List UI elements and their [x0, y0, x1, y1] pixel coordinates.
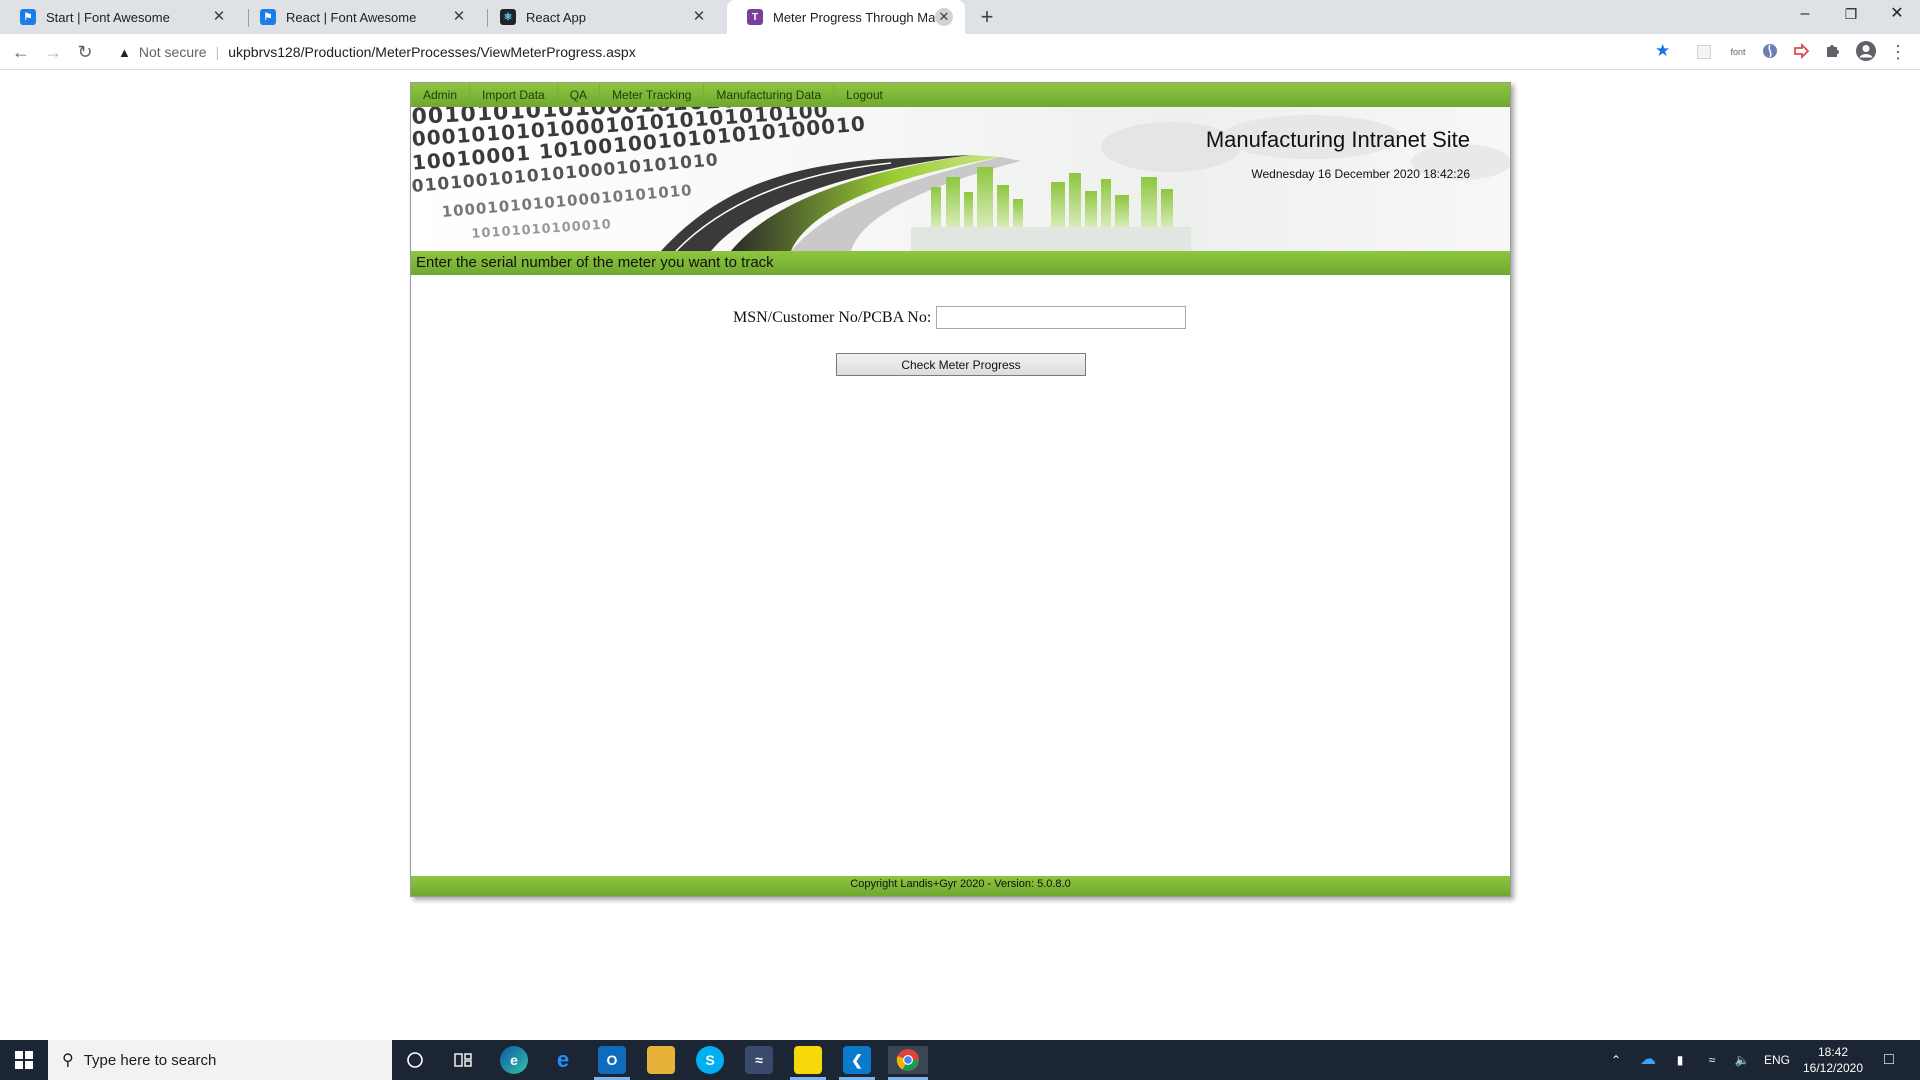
menu-kebab-icon[interactable]: ⋮ [1888, 43, 1908, 61]
forward-button[interactable]: → [40, 39, 66, 65]
onedrive-cloud-icon[interactable]: ☁ [1636, 1040, 1660, 1080]
search-form-row: MSN/Customer No/PCBA No: [733, 306, 1187, 329]
intranet-page: Admin Import Data QA Meter Tracking Manu… [410, 82, 1511, 897]
restore-button[interactable]: ❐ [1828, 0, 1874, 30]
close-icon[interactable]: ✕ [450, 8, 468, 26]
header-banner: 0010101010100010101010101010 00010101010… [411, 107, 1510, 251]
start-button[interactable] [0, 1040, 48, 1080]
extension-square-icon[interactable] [1697, 45, 1711, 59]
clock-time: 18:42 [1817, 1045, 1849, 1059]
search-placeholder: Type here to search [83, 1051, 217, 1069]
not-secure-label[interactable]: Not secure [139, 44, 207, 60]
outlook-icon[interactable]: O [598, 1046, 626, 1074]
react-atom-icon: ⚛ [500, 9, 516, 25]
chrome-active-slot[interactable] [888, 1046, 928, 1074]
ssms-icon[interactable]: ≈ [745, 1046, 773, 1074]
extension-arrow-icon[interactable] [1792, 42, 1810, 61]
tab-title: React | Font Awesome [286, 9, 417, 25]
address-bar[interactable]: ▲ Not secure | ukpbrvs128/Production/Met… [106, 37, 1694, 67]
profile-avatar-icon[interactable] [1854, 40, 1878, 64]
wifi-icon[interactable]: ≈ [1700, 1040, 1724, 1080]
chrome-icon [896, 1049, 919, 1071]
menu-item-meter-tracking[interactable]: Meter Tracking [600, 83, 705, 107]
task-view-icon[interactable] [449, 1046, 477, 1074]
minimize-button[interactable]: – [1782, 0, 1828, 30]
browser-tab-strip: ⚑ Start | Font Awesome ✕ ⚑ React | Font … [0, 0, 1920, 34]
url-text[interactable]: ukpbrvs128/Production/MeterProcesses/Vie… [228, 44, 635, 60]
battery-icon[interactable]: ▮ [1668, 1040, 1692, 1080]
reload-button[interactable]: ↻ [72, 39, 98, 65]
bookmark-star-icon[interactable]: ★ [1655, 42, 1670, 60]
internet-explorer-icon[interactable]: e [549, 1046, 577, 1074]
back-button[interactable]: ← [8, 39, 34, 65]
menu-item-admin[interactable]: Admin [411, 83, 471, 107]
clock-date: 16/12/2020 [1802, 1061, 1864, 1075]
t-logo-icon: T [747, 9, 763, 25]
warning-icon[interactable]: ▲ [118, 45, 131, 60]
extension-globe-icon[interactable] [1761, 43, 1779, 61]
language-indicator[interactable]: ENG [1762, 1040, 1792, 1080]
menu-item-logout[interactable]: Logout [834, 83, 895, 107]
main-menu: Admin Import Data QA Meter Tracking Manu… [411, 83, 1510, 107]
windows-logo-icon [15, 1051, 33, 1069]
show-hidden-icons-chevron[interactable]: ⌃ [1606, 1040, 1626, 1080]
font-awesome-flag-icon: ⚑ [20, 9, 36, 25]
site-date: Wednesday 16 December 2020 18:42:26 [1251, 167, 1470, 181]
new-tab-button[interactable]: + [975, 6, 999, 30]
close-icon[interactable]: ✕ [935, 8, 953, 26]
file-explorer-icon[interactable] [647, 1046, 675, 1074]
windows-taskbar: ⚲ Type here to search e e O S ≈ ❮ ⌃ ☁ ▮ … [0, 1040, 1920, 1080]
close-icon[interactable]: ✕ [210, 8, 228, 26]
menu-item-manufacturing-data[interactable]: Manufacturing Data [704, 83, 835, 107]
volume-muted-icon[interactable]: 🔈 [1730, 1040, 1754, 1080]
page-footer: Copyright Landis+Gyr 2020 - Version: 5.0… [411, 876, 1510, 896]
check-meter-progress-button[interactable]: Check Meter Progress [836, 353, 1086, 376]
edge-browser-icon[interactable]: e [500, 1046, 528, 1074]
skype-icon[interactable]: S [696, 1046, 724, 1074]
close-icon[interactable]: ✕ [690, 8, 708, 26]
browser-tab-react-font-awesome[interactable]: ⚑ React | Font Awesome ✕ [240, 0, 480, 34]
vscode-icon[interactable]: ❮ [843, 1046, 871, 1074]
sticky-notes-icon[interactable] [794, 1046, 822, 1074]
taskbar-search-box[interactable]: ⚲ Type here to search [48, 1040, 392, 1080]
browser-tab-react-app[interactable]: ⚛ React App ✕ [480, 0, 720, 34]
divider: | [215, 44, 220, 60]
close-window-button[interactable]: ✕ [1874, 0, 1920, 30]
search-icon: ⚲ [62, 1052, 74, 1069]
instruction-bar: Enter the serial number of the meter you… [411, 251, 1510, 275]
serial-number-input[interactable] [936, 306, 1187, 329]
system-clock[interactable]: 18:42 16/12/2020 [1796, 1044, 1870, 1076]
notifications-icon[interactable]: □ [1874, 1040, 1904, 1080]
tab-title: Start | Font Awesome [46, 9, 170, 25]
cortana-circle-icon[interactable] [401, 1046, 429, 1074]
site-title: Manufacturing Intranet Site [1205, 127, 1470, 152]
puzzle-extensions-icon[interactable] [1823, 43, 1841, 61]
menu-item-qa[interactable]: QA [558, 83, 601, 107]
browser-tab-start-font-awesome[interactable]: ⚑ Start | Font Awesome ✕ [0, 0, 240, 34]
menu-item-import-data[interactable]: Import Data [470, 83, 558, 107]
tab-title: React App [526, 9, 586, 25]
font-awesome-flag-icon: ⚑ [260, 9, 276, 25]
browser-tab-meter-progress[interactable]: T Meter Progress Through Manufa ✕ [727, 0, 965, 34]
serial-number-label: MSN/Customer No/PCBA No: [733, 308, 932, 326]
browser-toolbar: ← → ↻ ▲ Not secure | ukpbrvs128/Producti… [0, 34, 1920, 70]
tab-title: Meter Progress Through Manufa [773, 9, 935, 25]
font-extension-label[interactable]: font [1723, 43, 1753, 61]
